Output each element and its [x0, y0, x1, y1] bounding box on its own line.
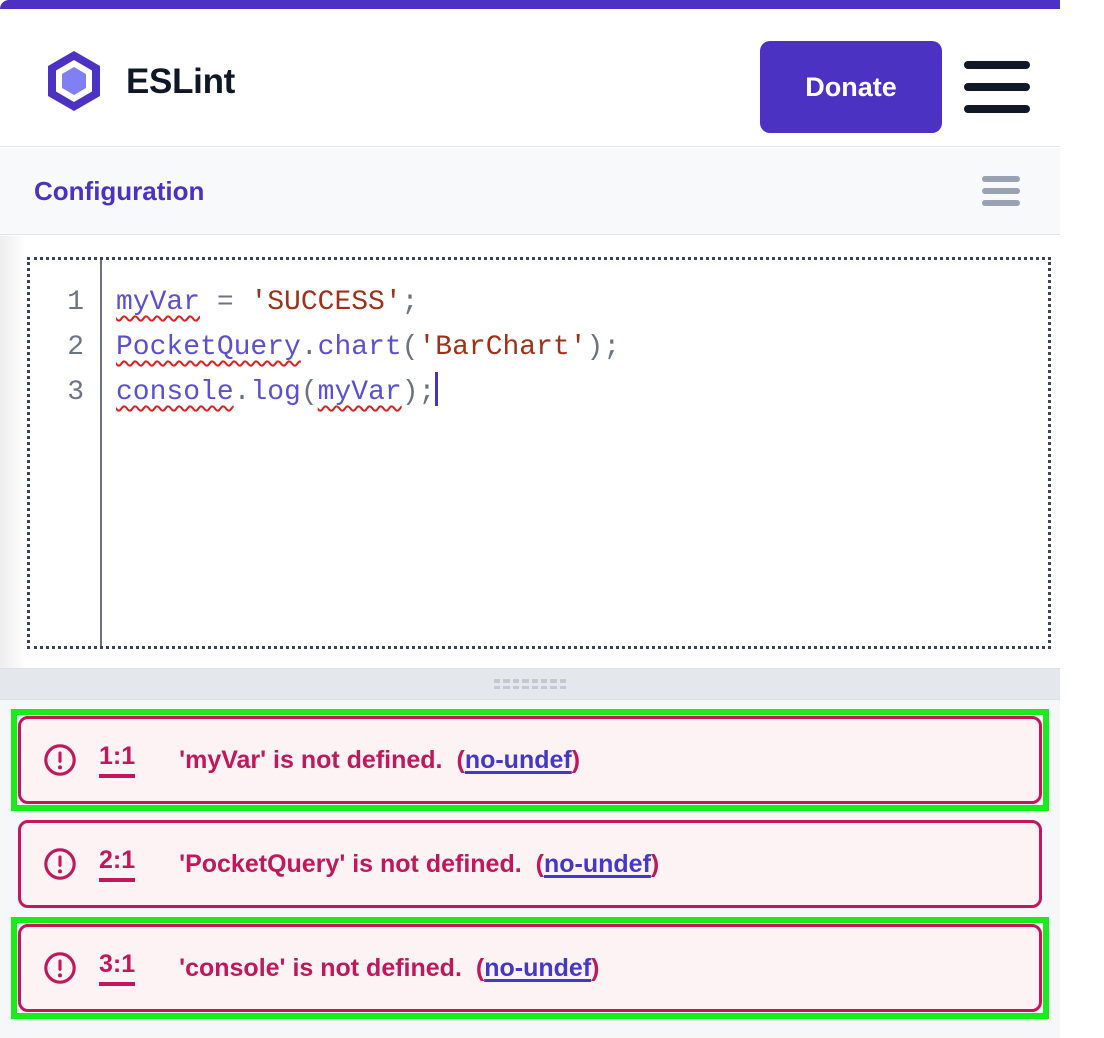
line-number: 3 — [30, 370, 100, 415]
code-line-3: console.log(myVar); — [116, 370, 1048, 415]
line-number: 1 — [30, 280, 100, 325]
token-dot: . — [234, 377, 251, 408]
code-content[interactable]: myVar = 'SUCCESS';PocketQuery.chart('Bar… — [104, 260, 1048, 646]
hamburger-bar — [982, 176, 1020, 182]
grip-dot — [522, 679, 528, 683]
problem-message: 'PocketQuery' is not defined. (no-undef) — [179, 850, 659, 879]
problem-location-link[interactable]: 2:1 — [99, 846, 135, 882]
top-accent-bar — [0, 0, 1060, 9]
grip-dot — [503, 679, 509, 683]
grip-dot — [560, 679, 566, 683]
token-identifier-myvar: myVar — [116, 287, 200, 318]
problem-slot: 2:1 'PocketQuery' is not defined. (no-und… — [14, 816, 1046, 912]
problem-message: 'myVar' is not defined. (no-undef) — [179, 746, 580, 775]
grip-dot — [560, 686, 566, 690]
problem-message-text: 'myVar' is not defined. — [179, 746, 442, 774]
problem-slot-highlighted: 3:1 'console' is not defined. (no-undef) — [14, 920, 1046, 1016]
hamburger-bar — [964, 83, 1030, 91]
token-paren-open: ( — [301, 377, 318, 408]
grip-dot — [550, 679, 556, 683]
hamburger-bar — [982, 200, 1020, 206]
token-identifier-pocketquery: PocketQuery — [116, 332, 301, 363]
code-line-1: myVar = 'SUCCESS'; — [116, 280, 1048, 325]
token-semicolon: ; — [603, 332, 620, 363]
hamburger-bar — [964, 61, 1030, 69]
editor-gutter: 1 2 3 — [30, 260, 102, 646]
grip-dot — [522, 686, 528, 690]
token-identifier-myvar-arg: myVar — [318, 377, 402, 408]
problem-location-link[interactable]: 1:1 — [99, 742, 135, 778]
problem-slot-highlighted: 1:1 'myVar' is not defined. (no-undef) — [14, 712, 1046, 808]
hamburger-bar — [982, 188, 1020, 194]
problem-message-text: 'console' is not defined. — [179, 954, 462, 982]
error-circle-icon — [43, 847, 77, 881]
grip-dot — [494, 679, 500, 683]
eslint-playground-page: ESLint Donate Configuration — [0, 0, 1104, 1038]
problem-rule-group: (no-undef) — [536, 850, 660, 878]
configuration-menu-icon[interactable] — [982, 176, 1020, 206]
hamburger-bar — [964, 105, 1030, 113]
code-line-2: PocketQuery.chart('BarChart'); — [116, 325, 1048, 370]
editor-region: 1 2 3 myVar = 'SUCCESS';PocketQuery.char… — [0, 236, 1060, 668]
token-string-success: 'SUCCESS' — [250, 287, 401, 318]
eslint-hexagon-logo-icon — [42, 49, 106, 113]
problem-message: 'console' is not defined. (no-undef) — [179, 954, 599, 983]
paren-open: ( — [476, 954, 484, 982]
brand[interactable]: ESLint — [42, 49, 235, 113]
token-identifier-console: console — [116, 377, 234, 408]
token-semicolon: ; — [419, 377, 436, 408]
code-editor[interactable]: 1 2 3 myVar = 'SUCCESS';PocketQuery.char… — [30, 260, 1048, 646]
problems-list: 1:1 'myVar' is not defined.(no-undef) 2:… — [0, 700, 1060, 1038]
token-string-barchart: 'BarChart' — [418, 332, 586, 363]
token-dot: . — [301, 332, 318, 363]
problem-row[interactable]: 2:1 'PocketQuery' is not defined. (no-und… — [18, 820, 1042, 908]
problem-rule-group: (no-undef) — [476, 954, 600, 982]
grip-dot — [494, 686, 500, 690]
paren-open: ( — [456, 746, 464, 774]
paren-close: ) — [651, 850, 659, 878]
grip-dot — [532, 686, 538, 690]
app-column: ESLint Donate Configuration — [0, 0, 1060, 1038]
grip-dot — [541, 686, 547, 690]
error-circle-icon — [43, 951, 77, 985]
problem-rule-link[interactable]: no-undef — [465, 746, 572, 774]
configuration-bar: Configuration — [0, 148, 1060, 235]
problem-message-text: 'PocketQuery' is not defined. — [179, 850, 522, 878]
grip-dot — [550, 686, 556, 690]
grip-dot — [513, 679, 519, 683]
token-property-chart: chart — [318, 332, 402, 363]
token-paren-close: ) — [402, 377, 419, 408]
problem-rule-link[interactable]: no-undef — [544, 850, 651, 878]
paren-open: ( — [536, 850, 544, 878]
paren-close: ) — [572, 746, 580, 774]
problem-rule-link[interactable]: no-undef — [484, 954, 591, 982]
panel-resizer[interactable] — [0, 668, 1060, 700]
grip-dot — [513, 686, 519, 690]
line-number: 2 — [30, 325, 100, 370]
token-property-log: log — [250, 377, 300, 408]
problem-row[interactable]: 3:1 'console' is not defined. (no-undef) — [18, 924, 1042, 1012]
problem-rule-group: (no-undef) — [456, 746, 580, 774]
grip-dot — [532, 679, 538, 683]
token-semicolon: ; — [402, 287, 419, 318]
paren-close: ) — [591, 954, 599, 982]
token-operator: = — [200, 287, 250, 318]
grip-dot — [503, 686, 509, 690]
brand-name: ESLint — [126, 64, 235, 99]
error-circle-icon — [43, 743, 77, 777]
donate-button[interactable]: Donate — [760, 41, 942, 133]
grip-dot — [541, 679, 547, 683]
problem-location-link[interactable]: 3:1 — [99, 950, 135, 986]
problem-row[interactable]: 1:1 'myVar' is not defined. (no-undef) — [18, 716, 1042, 804]
text-cursor — [435, 372, 438, 406]
drag-grip-icon — [494, 679, 566, 689]
site-header: ESLint Donate — [0, 9, 1060, 147]
token-paren-close: ) — [587, 332, 604, 363]
configuration-title: Configuration — [34, 148, 204, 235]
hamburger-menu-icon[interactable] — [964, 61, 1030, 113]
token-paren-open: ( — [402, 332, 419, 363]
